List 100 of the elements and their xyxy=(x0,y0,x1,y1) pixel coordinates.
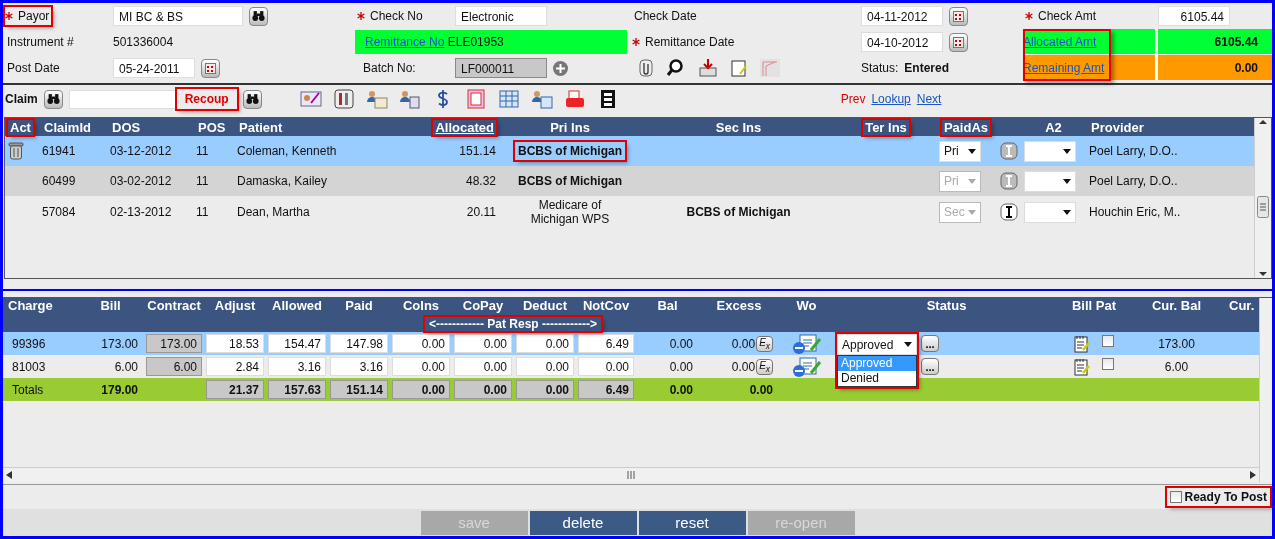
pager-link[interactable]: Lookup xyxy=(871,92,911,106)
formula-button[interactable]: E$_{x}$ xyxy=(756,358,773,375)
write-off-icon[interactable] xyxy=(791,332,822,355)
table-cell: 11 xyxy=(196,144,209,158)
amount-field[interactable]: 0.00 xyxy=(578,357,634,376)
info-icon[interactable] xyxy=(999,203,1018,221)
column-header: Contract xyxy=(146,298,202,315)
action-button[interactable]: delete xyxy=(529,510,637,535)
column-header: Deduct xyxy=(521,298,569,315)
table-cell: 03-12-2012 xyxy=(110,144,172,158)
table-cell: 6.00 xyxy=(1164,359,1189,374)
grid-icon[interactable] xyxy=(497,89,520,109)
amount-field[interactable]: 0.00 xyxy=(392,334,450,353)
field-label: Check Amt xyxy=(1037,8,1098,25)
recoup-button[interactable]: Recoup xyxy=(176,89,237,109)
table-cell: 151.14 xyxy=(459,144,496,158)
status-select[interactable]: Approved xyxy=(837,334,917,355)
amount-field[interactable]: 147.98 xyxy=(330,334,388,353)
up-arrow-icon[interactable] xyxy=(1259,118,1267,126)
download-icon[interactable] xyxy=(697,58,719,78)
more-button[interactable]: ... xyxy=(921,358,939,375)
add-button[interactable] xyxy=(553,60,568,76)
notepad-icon[interactable] xyxy=(1074,334,1090,353)
action-button[interactable]: reset xyxy=(638,510,746,535)
calendar-button[interactable] xyxy=(201,58,220,78)
pager-link[interactable]: Next xyxy=(916,92,942,106)
amount-field[interactable]: 154.47 xyxy=(268,334,326,353)
write-off-icon[interactable] xyxy=(791,355,822,378)
column-header[interactable]: Allocated xyxy=(433,119,496,135)
trash-icon[interactable] xyxy=(8,142,24,160)
total-field: 151.14 xyxy=(330,380,388,399)
amount-field[interactable]: 3.16 xyxy=(268,357,326,376)
column-header: Ter Ins xyxy=(864,119,908,135)
table-cell-text: 0.00 xyxy=(748,382,774,397)
signature-icon[interactable] xyxy=(299,89,322,109)
search-button[interactable] xyxy=(249,6,268,26)
note-icon[interactable] xyxy=(728,58,750,78)
checkbox[interactable] xyxy=(1102,357,1114,370)
total-field: 21.37 xyxy=(206,380,264,399)
required-icon xyxy=(357,12,365,20)
payor-field[interactable]: MI BC & BS xyxy=(113,6,243,26)
paid-as-select[interactable]: Pri xyxy=(939,140,981,162)
table-cell: 11 xyxy=(196,174,209,188)
field-label: Remittance Date xyxy=(644,34,736,51)
amount-field[interactable]: 0.00 xyxy=(516,357,574,376)
column-header: CoPay xyxy=(461,298,505,315)
check-no-field[interactable]: Electronic xyxy=(455,6,547,26)
field-label: Check No xyxy=(369,8,424,25)
amount-field[interactable]: 3.16 xyxy=(330,357,388,376)
column-header: NotCov xyxy=(581,298,631,315)
remittance-link[interactable]: Remittance No xyxy=(365,35,445,49)
down-arrow-icon[interactable] xyxy=(1259,270,1267,278)
person-card-icon[interactable] xyxy=(365,89,388,109)
table-cell: Coleman, Kenneth xyxy=(237,144,337,158)
claim-label: Claim xyxy=(5,92,38,106)
table-cell: Poel Larry, D.O.. xyxy=(1089,144,1178,158)
right-arrow-icon[interactable] xyxy=(1250,471,1257,479)
printer-icon[interactable] xyxy=(563,89,586,109)
calendar-button[interactable] xyxy=(949,6,968,26)
amount-field[interactable]: 18.53 xyxy=(206,334,264,353)
column-header: Adjust xyxy=(213,298,257,315)
more-button[interactable]: ... xyxy=(921,335,939,352)
table-cell: 60499 xyxy=(42,174,76,188)
date-field[interactable]: 04-11-2012 xyxy=(861,6,943,26)
table-cell: Damaska, Kailey xyxy=(237,174,328,188)
checkbox[interactable] xyxy=(1102,334,1114,347)
check-amount-field[interactable]: 6105.44 xyxy=(1158,6,1230,26)
calendar-button[interactable] xyxy=(949,32,968,52)
table-cell: 0.00 xyxy=(731,336,756,351)
notepad-icon[interactable] xyxy=(1074,357,1090,376)
amount-field[interactable]: 0.00 xyxy=(392,357,450,376)
people-icon[interactable] xyxy=(398,89,421,109)
amount-field[interactable]: 0.00 xyxy=(516,334,574,353)
checkbox[interactable] xyxy=(1169,491,1182,503)
form-icon[interactable] xyxy=(464,89,487,109)
column-header: Wo xyxy=(795,298,818,315)
table-cell: 61941 xyxy=(42,144,76,158)
column-header: Bal xyxy=(656,298,679,315)
amount-field[interactable]: 6.49 xyxy=(578,334,634,353)
amount-field[interactable]: 0.00 xyxy=(454,334,512,353)
field-label: Check Date xyxy=(633,8,698,25)
date-field[interactable]: 04-10-2012 xyxy=(861,32,943,52)
field-label: Batch No: xyxy=(362,60,417,77)
book-icon[interactable] xyxy=(332,89,355,109)
amount-field[interactable]: 2.84 xyxy=(206,357,264,376)
amount-link[interactable]: Allocated Amt xyxy=(1023,34,1097,49)
vertical-scrollbar[interactable] xyxy=(1254,118,1271,278)
search-button[interactable] xyxy=(242,89,262,109)
claim-row[interactable]: 61941 03-12-2012 11 Coleman, Kenneth 151.14 BCBS of Michigan Pri Poel Larry, D.O.. xyxy=(5,136,1254,166)
horizontal-scrollbar[interactable] xyxy=(3,467,1260,482)
column-header: Status xyxy=(925,298,968,315)
search-button[interactable] xyxy=(43,89,63,109)
date-field[interactable]: 05-24-2011 xyxy=(113,58,195,78)
person-grid-icon[interactable] xyxy=(530,89,553,109)
scroll-thumb[interactable] xyxy=(1257,196,1269,218)
formula-button[interactable]: E$_{x}$ xyxy=(756,335,773,352)
left-arrow-icon[interactable] xyxy=(6,471,12,479)
claim-search-field[interactable] xyxy=(68,89,177,109)
amount-field[interactable]: 0.00 xyxy=(454,357,512,376)
column-header: A2 xyxy=(1044,119,1063,135)
